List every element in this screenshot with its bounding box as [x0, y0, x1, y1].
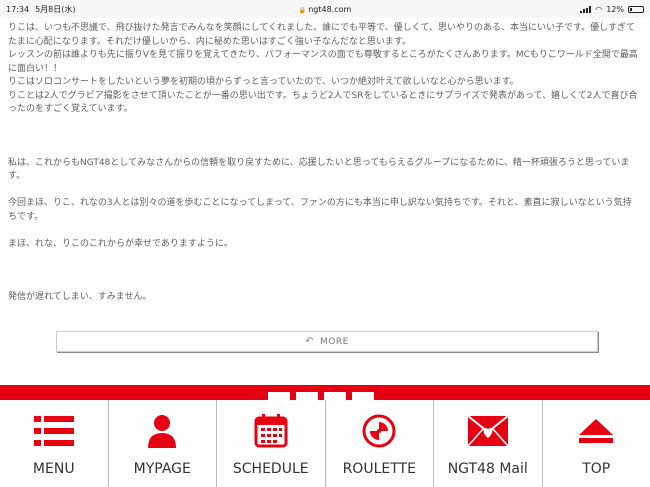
- nav-roulette[interactable]: ROULETTE: [326, 400, 434, 487]
- nav-schedule-label: SCHEDULE: [232, 461, 309, 477]
- battery-percent: 12%: [606, 4, 624, 14]
- nav-roulette-label: ROULETTE: [342, 461, 416, 477]
- article-paragraph: りこはソロコンサートをしたいという夢を初期の頃からずっと言っていたので、いつか絶…: [8, 77, 519, 87]
- calendar-icon: [251, 413, 291, 449]
- article-paragraph: 私は、これからもNGT48としてみなさんからの信頼を取り戻すために、応援したいと…: [8, 157, 630, 182]
- address-bar[interactable]: 🔒 ngt48.com: [0, 5, 650, 14]
- article-paragraph: 発信が遅れてしまい、すみません。: [8, 292, 152, 302]
- wifi-icon: ◠: [595, 4, 603, 14]
- article-paragraph: まほ、れな、りこのこれからが幸せでありますように。: [8, 238, 233, 249]
- more-button[interactable]: ↶ MORE: [56, 331, 598, 352]
- more-button-label: MORE: [320, 336, 349, 347]
- nav-schedule[interactable]: SCHEDULE: [217, 400, 326, 487]
- mail-heart-icon: [467, 413, 508, 449]
- article-paragraph: りこは、いつも不思議で、飛び抜けた発言でみんなを笑顔にしてくれました。誰にでも平…: [8, 23, 635, 47]
- page-url[interactable]: ngt48.com: [308, 5, 351, 14]
- nav-mypage[interactable]: MYPAGE: [109, 400, 217, 487]
- nav-ngt48-mail[interactable]: NGT48 Mail: [434, 400, 543, 487]
- article-paragraph: りことは2人でグラビア撮影をさせて頂いたことが一番の思い出です。ちょうど2人でS…: [8, 90, 638, 115]
- footer-nav: MENU MYPAGE SCHEDULE ROULETTE NGT48 Mail…: [0, 400, 650, 487]
- nav-mypage-label: MYPAGE: [133, 461, 191, 477]
- cellular-signal-icon: [580, 5, 592, 13]
- battery-icon: [628, 5, 644, 13]
- nav-menu-label: MENU: [32, 461, 75, 477]
- status-time: 17:34: [6, 4, 30, 14]
- status-date: 5月8日(水): [35, 4, 76, 14]
- status-bar: 17:34 5月8日(水) 🔒 ngt48.com ◠ 12%: [0, 0, 650, 18]
- arrow-up-icon: [576, 413, 616, 449]
- status-indicators: ◠ 12%: [580, 5, 644, 14]
- nav-menu[interactable]: MENU: [0, 400, 109, 487]
- roulette-icon: [359, 413, 399, 449]
- menu-list-icon: [33, 413, 74, 449]
- article-paragraph: レッスンの前は誰よりも先に振りVを見て振りを覚えてきたり、パフォーマンスの面でも…: [8, 50, 638, 74]
- nav-ngt48-mail-label: NGT48 Mail: [447, 461, 528, 477]
- article-body: りこは、いつも不思議で、飛び抜けた発言でみんなを笑顔にしてくれました。誰にでも平…: [8, 22, 638, 318]
- article-paragraph: 今回まほ、りこ、れなの3人とは別々の道を歩むことになってしまって、ファンの方にも…: [8, 198, 632, 222]
- lock-icon: 🔒: [298, 6, 307, 14]
- nav-top-label: TOP: [582, 461, 611, 477]
- reply-arrow-icon: ↶: [305, 336, 315, 347]
- status-time-date: 17:34 5月8日(水): [6, 4, 81, 15]
- nav-top[interactable]: TOP: [543, 400, 650, 487]
- person-icon: [142, 413, 182, 449]
